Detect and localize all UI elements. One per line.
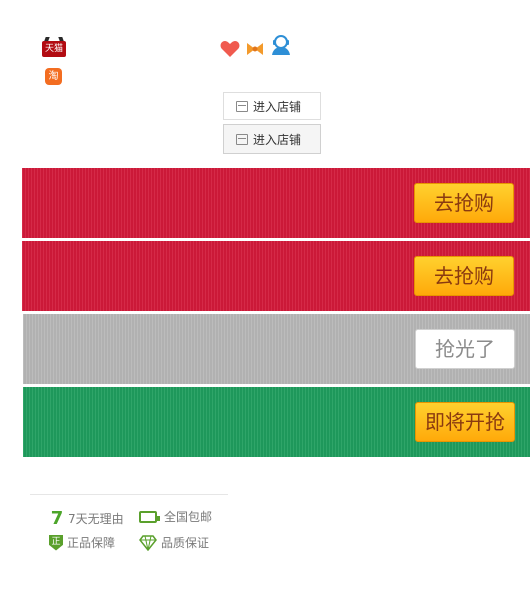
bow-icon[interactable]	[246, 42, 264, 56]
seven-day-icon: 7	[50, 508, 64, 529]
buy-now-button[interactable]: 去抢购	[414, 256, 514, 296]
enter-store-button[interactable]: 进入店铺	[223, 124, 321, 154]
guarantee-seven-day: 7 7天无理由	[50, 508, 124, 529]
taobao-icon: 淘	[45, 68, 62, 85]
promo-banner-upcoming: 即将开抢	[23, 387, 530, 457]
guarantee-label: 全国包邮	[164, 510, 213, 524]
guarantee-label: 7天无理由	[68, 512, 124, 526]
shop-icon	[236, 100, 248, 112]
promo-banner: 去抢购	[22, 168, 530, 238]
tmall-icon: 天猫	[42, 41, 66, 57]
guarantee-authentic: 正 正品保障	[49, 534, 115, 551]
enter-store-label: 进入店铺	[253, 132, 302, 147]
sold-out-button: 抢光了	[415, 329, 515, 369]
enter-store-button[interactable]: 进入店铺	[223, 92, 321, 120]
guarantee-label: 品质保证	[161, 536, 210, 550]
promo-banner-sold-out: 抢光了	[23, 314, 530, 384]
enter-store-label: 进入店铺	[253, 99, 302, 114]
heart-icon[interactable]	[220, 40, 240, 58]
truck-icon	[139, 510, 160, 523]
guarantee-label: 正品保障	[67, 536, 116, 550]
customer-service-icon[interactable]	[270, 34, 292, 56]
diamond-icon	[139, 534, 157, 551]
shop-icon	[236, 133, 248, 145]
guarantee-quality: 品质保证	[139, 534, 209, 551]
buy-now-button[interactable]: 去抢购	[414, 183, 514, 223]
coming-soon-button[interactable]: 即将开抢	[415, 402, 515, 442]
shield-icon: 正	[49, 534, 63, 551]
promo-banner: 去抢购	[22, 241, 530, 311]
divider	[30, 494, 228, 495]
guarantee-free-shipping: 全国包邮	[139, 508, 212, 525]
